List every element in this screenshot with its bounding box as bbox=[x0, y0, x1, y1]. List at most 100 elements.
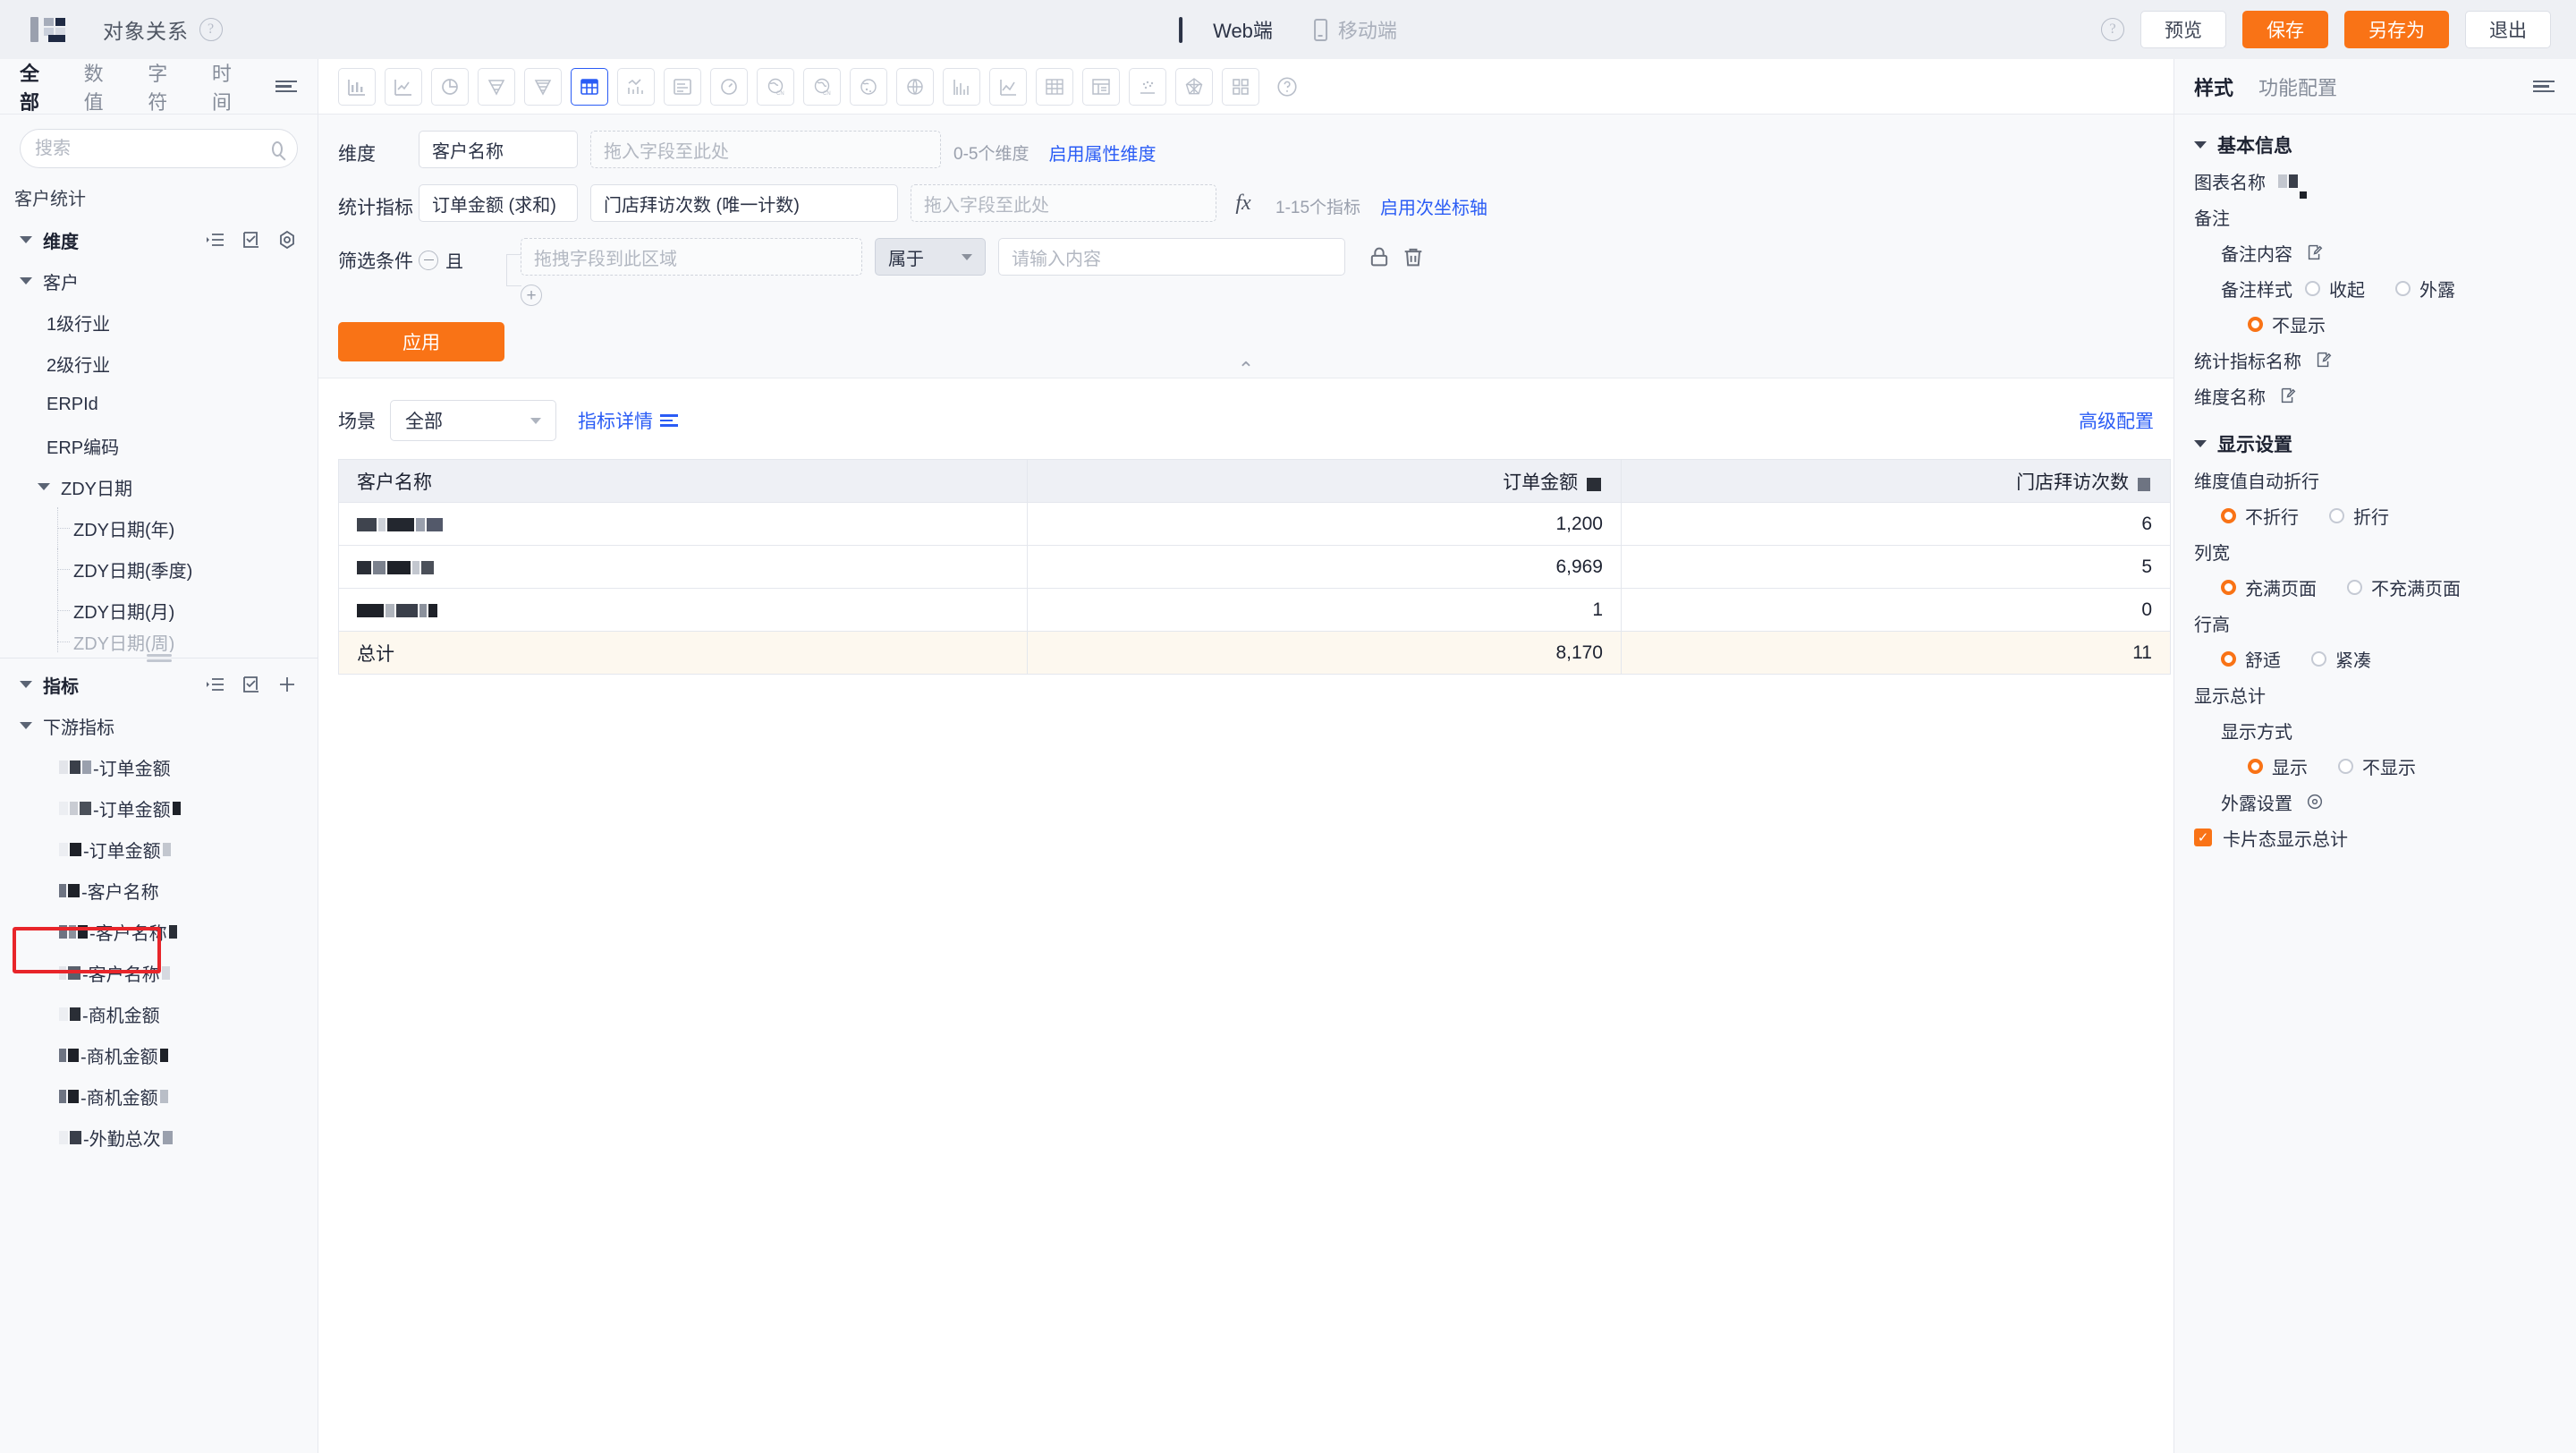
tree-group-downstream-metric[interactable]: 下游指标 bbox=[0, 705, 318, 746]
tab-function-config[interactable]: 功能配置 bbox=[2258, 72, 2337, 101]
list-item[interactable]: -商机金额 bbox=[0, 1075, 318, 1117]
radio-wrap[interactable]: 折行 bbox=[2329, 503, 2389, 529]
sidebar-tree[interactable]: 客户统计 维度 客户 1级行业 2级行业 ERPId ERP编码 ZDY日期 Z… bbox=[0, 177, 318, 1453]
radio-remark-hidden[interactable]: 不显示 bbox=[2248, 311, 2326, 337]
list-item[interactable]: -外勤总次 bbox=[0, 1117, 318, 1158]
tree-field-erpcode[interactable]: ERP编码 bbox=[0, 425, 318, 466]
radio-remark-collapse[interactable]: 收起 bbox=[2305, 276, 2365, 302]
indent-list-icon[interactable] bbox=[205, 229, 226, 251]
list-item[interactable]: -客户名称 bbox=[0, 870, 318, 911]
dimension-dropzone[interactable]: 拖入字段至此处 bbox=[590, 131, 941, 168]
radio-fill-page[interactable]: 充满页面 bbox=[2221, 574, 2317, 600]
checkbox-list-icon[interactable] bbox=[241, 229, 262, 251]
tree-field-zdy-week[interactable]: ZDY日期(周) bbox=[0, 631, 318, 652]
table-row[interactable]: 1,200 6 bbox=[338, 502, 2171, 546]
radio-no-fill-page[interactable]: 不充满页面 bbox=[2347, 574, 2461, 600]
sidebar-split-handle[interactable] bbox=[0, 654, 318, 662]
list-item[interactable]: -订单金额 bbox=[0, 787, 318, 828]
minus-circle-icon[interactable] bbox=[419, 250, 438, 270]
metric-dropzone[interactable]: 拖入字段至此处 bbox=[911, 184, 1216, 222]
metric-chip-order-amount[interactable]: 订单金额 (求和) bbox=[419, 184, 578, 222]
funnel-compare-icon[interactable] bbox=[524, 67, 562, 106]
lock-icon[interactable] bbox=[1367, 244, 1392, 269]
help-circle-icon[interactable]: ? bbox=[199, 18, 223, 41]
tree-field-zdy-year[interactable]: ZDY日期(年) bbox=[0, 507, 318, 548]
table-header-customer-name[interactable]: 客户名称 bbox=[338, 459, 1028, 503]
bar-chart-icon[interactable] bbox=[338, 67, 376, 106]
map-world-bubble-icon[interactable] bbox=[850, 67, 887, 106]
device-tab-mobile[interactable]: 移动端 bbox=[1313, 15, 1397, 44]
radio-comfortable[interactable]: 舒适 bbox=[2221, 646, 2281, 672]
radio-remark-expose[interactable]: 外露 bbox=[2395, 276, 2455, 302]
tree-group-customer[interactable]: 客户 bbox=[0, 260, 318, 302]
pie-chart-icon[interactable] bbox=[431, 67, 469, 106]
list-item[interactable]: -客户名称 bbox=[0, 952, 318, 993]
device-tab-web[interactable]: Web端 bbox=[1179, 15, 1273, 44]
search-icon[interactable] bbox=[272, 140, 283, 157]
tree-field-zdy-month[interactable]: ZDY日期(月) bbox=[0, 590, 318, 631]
radio-no-wrap[interactable]: 不折行 bbox=[2221, 503, 2299, 529]
tree-field-industry1[interactable]: 1级行业 bbox=[0, 302, 318, 343]
dimension-chip-customer-name[interactable]: 客户名称 bbox=[419, 131, 578, 168]
tree-field-zdy-quarter[interactable]: ZDY日期(季度) bbox=[0, 548, 318, 590]
table-header-store-visits[interactable]: 门店拜访次数 bbox=[1621, 459, 2171, 503]
settings-hex-icon[interactable] bbox=[276, 229, 298, 251]
area-line-icon[interactable] bbox=[989, 67, 1027, 106]
radio-compact[interactable]: 紧凑 bbox=[2311, 646, 2371, 672]
app-logo-icon[interactable] bbox=[30, 17, 67, 42]
tree-group-zdy-date[interactable]: ZDY日期 bbox=[0, 466, 318, 507]
funnel-chart-icon[interactable] bbox=[478, 67, 515, 106]
line-chart-icon[interactable] bbox=[385, 67, 422, 106]
radio-total-show[interactable]: 显示 bbox=[2248, 753, 2308, 779]
sidebar-tab-all[interactable]: 全部 bbox=[20, 58, 57, 115]
indent-list-icon[interactable] bbox=[205, 674, 226, 695]
tree-group-dimension[interactable]: 维度 bbox=[0, 219, 318, 260]
map-china-icon[interactable]: CN bbox=[757, 67, 794, 106]
list-item[interactable]: -订单金额 bbox=[0, 746, 318, 787]
plus-icon[interactable] bbox=[276, 674, 298, 695]
save-button[interactable]: 保存 bbox=[2242, 11, 2328, 48]
add-filter-condition-button[interactable]: + bbox=[521, 285, 542, 306]
list-item[interactable]: -订单金额 bbox=[0, 828, 318, 870]
detail-table-icon[interactable] bbox=[1082, 67, 1120, 106]
metric-detail-link[interactable]: 指标详情 bbox=[578, 407, 678, 434]
edit-icon[interactable] bbox=[2278, 386, 2298, 405]
checkbox-list-icon[interactable] bbox=[241, 674, 262, 695]
radar-chart-icon[interactable] bbox=[1175, 67, 1213, 106]
preview-button[interactable]: 预览 bbox=[2140, 11, 2226, 48]
edit-icon[interactable] bbox=[2305, 242, 2325, 262]
fx-icon[interactable]: fx bbox=[1229, 184, 1258, 222]
tree-field-erpid[interactable]: ERPId bbox=[0, 384, 318, 425]
filter-logic-label[interactable]: 且 bbox=[445, 247, 463, 273]
text-card-icon[interactable] bbox=[664, 67, 701, 106]
gear-icon[interactable] bbox=[2305, 792, 2325, 811]
tab-style[interactable]: 样式 bbox=[2194, 72, 2233, 101]
section-basic-info[interactable]: 基本信息 bbox=[2174, 127, 2576, 163]
enable-secondary-axis-link[interactable]: 启用次坐标轴 bbox=[1380, 184, 1487, 219]
list-item[interactable]: -客户名称 bbox=[0, 911, 318, 952]
gauge-chart-icon[interactable] bbox=[710, 67, 748, 106]
filter-operator-select[interactable]: 属于 bbox=[875, 238, 986, 276]
exit-button[interactable]: 退出 bbox=[2465, 11, 2551, 48]
search-input[interactable] bbox=[35, 138, 272, 159]
scatter-chart-icon[interactable] bbox=[1129, 67, 1166, 106]
grouped-bar-icon[interactable] bbox=[943, 67, 980, 106]
save-as-button[interactable]: 另存为 bbox=[2344, 11, 2449, 48]
enable-attribute-dimension-link[interactable]: 启用属性维度 bbox=[1048, 131, 1156, 166]
trash-icon[interactable] bbox=[1401, 244, 1426, 269]
table-row[interactable]: 6,969 5 bbox=[338, 545, 2171, 589]
apply-button[interactable]: 应用 bbox=[338, 322, 504, 361]
filter-value-input[interactable]: 请输入内容 bbox=[998, 238, 1345, 276]
metric-chip-store-visits[interactable]: 门店拜访次数 (唯一计数) bbox=[590, 184, 898, 222]
table-chart-icon[interactable] bbox=[571, 67, 608, 106]
table-row[interactable]: 1 0 bbox=[338, 588, 2171, 632]
section-display-settings[interactable]: 显示设置 bbox=[2174, 426, 2576, 462]
search-box[interactable] bbox=[20, 129, 298, 168]
filter-list-icon[interactable] bbox=[275, 80, 298, 93]
sidebar-tab-time[interactable]: 时间 bbox=[212, 58, 250, 115]
dashboard-grid-icon[interactable] bbox=[1222, 67, 1259, 106]
scene-select[interactable]: 全部 bbox=[390, 400, 556, 441]
card-total-row[interactable]: ✓ 卡片态显示总计 bbox=[2174, 820, 2576, 855]
collapse-panel-icon[interactable] bbox=[2533, 80, 2556, 93]
sidebar-tab-numeric[interactable]: 数值 bbox=[84, 58, 122, 115]
